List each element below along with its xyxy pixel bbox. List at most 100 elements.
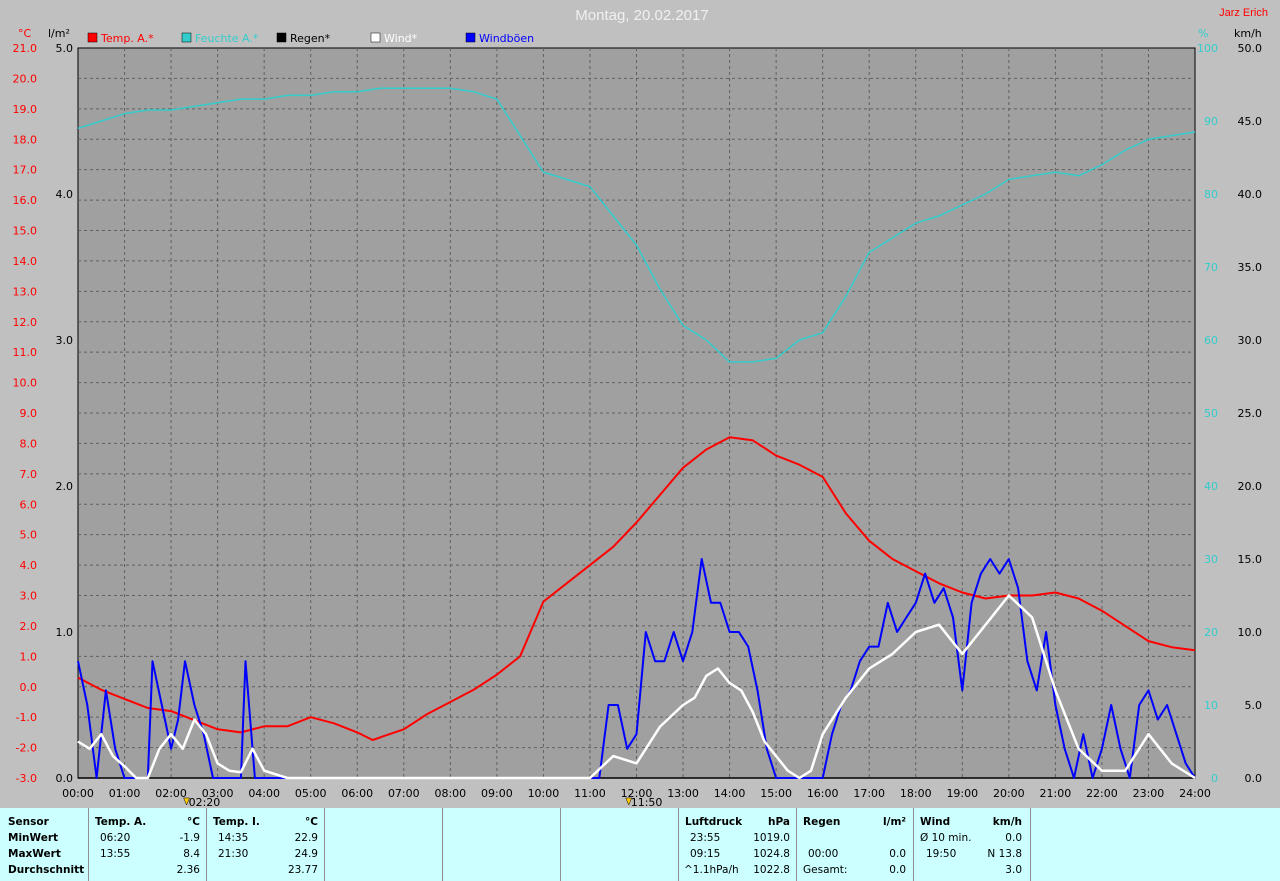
- time-tick-label: 10:00: [528, 787, 560, 800]
- row-label-sensor: Sensor: [8, 816, 49, 828]
- temp-tick-label: 17.0: [13, 164, 38, 177]
- wind-tick-label: 30.0: [1238, 334, 1263, 347]
- humidity-tick-label: 90: [1204, 115, 1218, 128]
- time-tick-label: 08:00: [434, 787, 466, 800]
- wind-max-time: 19:50: [926, 848, 957, 860]
- weather-chart: Montag, 20.02.2017 Jarz Erich °C l/m² % …: [13, 7, 1269, 808]
- temp-tick-label: -2.0: [16, 742, 37, 755]
- temp-a-min-value: -1.9: [179, 832, 201, 844]
- time-tick-label: 13:00: [667, 787, 699, 800]
- wind-tick-label: 25.0: [1238, 407, 1263, 420]
- rain-r2-time: 00:00: [808, 848, 839, 860]
- temp-i-min-time: 14:35: [218, 832, 249, 844]
- pressure-r3-value: 1022.8: [753, 864, 790, 876]
- humidity-tick-label: 70: [1204, 261, 1218, 274]
- time-tick-label: 20:00: [993, 787, 1025, 800]
- stats-panel: Sensor MinWert MaxWert Durchschnitt Temp…: [0, 808, 1280, 881]
- humidity-tick-label: 60: [1204, 334, 1218, 347]
- time-tick-label: 24:00: [1179, 787, 1211, 800]
- temp-tick-label: 7.0: [20, 468, 38, 481]
- time-tick-label: 22:00: [1086, 787, 1118, 800]
- time-tick-label: 05:00: [295, 787, 327, 800]
- wind-tick-label: 40.0: [1238, 188, 1263, 201]
- time-tick-label: 17:00: [853, 787, 885, 800]
- pressure-r1-time: 23:55: [690, 832, 721, 844]
- pressure-r2-value: 1024.8: [753, 848, 790, 860]
- temp-tick-label: 8.0: [20, 437, 38, 450]
- time-tick-label: 16:00: [807, 787, 839, 800]
- wind-avg10-label: Ø 10 min.: [920, 832, 972, 844]
- temp-tick-label: 18.0: [13, 133, 38, 146]
- temp-tick-label: 2.0: [20, 620, 38, 633]
- rain-axis-unit: l/m²: [48, 27, 70, 40]
- temp-tick-label: 13.0: [13, 285, 38, 298]
- chart-legend: Temp. A.* Feuchte A.* Regen* Wind* Windböen: [87, 32, 534, 45]
- rain-tick-label: 1.0: [56, 626, 74, 639]
- temp-tick-label: 21.0: [13, 42, 38, 55]
- row-label-avg: Durchschnitt: [8, 864, 85, 876]
- temp-tick-label: 16.0: [13, 194, 38, 207]
- time-tick-label: 01:00: [109, 787, 141, 800]
- time-tick-label: 18:00: [900, 787, 932, 800]
- temp-tick-label: 0.0: [20, 681, 38, 694]
- temp-i-max-value: 24.9: [294, 848, 318, 860]
- humidity-tick-label: 10: [1204, 699, 1218, 712]
- time-tick-label: 06:00: [341, 787, 373, 800]
- temp-a-header: Temp. A.: [95, 816, 147, 828]
- time-tick-label: 11:00: [574, 787, 606, 800]
- wind-tick-label: 20.0: [1238, 480, 1263, 493]
- wind-axis-unit: km/h: [1234, 27, 1262, 40]
- wind-tick-label: 0.0: [1245, 772, 1263, 785]
- temp-i-unit: °C: [305, 816, 318, 828]
- temp-tick-label: 12.0: [13, 316, 38, 329]
- time-tick-label: 09:00: [481, 787, 513, 800]
- legend-swatch: [181, 32, 192, 43]
- temp-tick-label: 1.0: [20, 650, 38, 663]
- time-marker-label: 02:20: [189, 796, 221, 808]
- temp-a-unit: °C: [187, 816, 200, 828]
- temp-tick-label: 4.0: [20, 559, 38, 572]
- humidity-tick-label: 40: [1204, 480, 1218, 493]
- temp-axis-unit: °C: [18, 27, 32, 40]
- temp-i-average: 23.77: [287, 864, 318, 876]
- wind-average: 3.0: [1005, 864, 1022, 876]
- legend-swatch: [370, 32, 381, 43]
- rain-tick-label: 3.0: [56, 334, 74, 347]
- temp-a-max-time: 13:55: [100, 848, 131, 860]
- legend-label: Regen*: [290, 32, 331, 45]
- row-label-max: MaxWert: [8, 848, 61, 860]
- legend-label: Temp. A.*: [100, 32, 154, 45]
- temp-a-average: 2.36: [176, 864, 200, 876]
- humidity-tick-label: 100: [1197, 42, 1218, 55]
- pressure-trend: ^1.1hPa/h: [684, 864, 739, 876]
- temp-tick-label: 3.0: [20, 590, 38, 603]
- temp-i-header: Temp. I.: [213, 816, 260, 828]
- time-tick-label: 07:00: [388, 787, 420, 800]
- time-tick-label: 00:00: [62, 787, 94, 800]
- wind-tick-label: 50.0: [1238, 42, 1263, 55]
- pressure-r2-time: 09:15: [690, 848, 721, 860]
- rain-tick-label: 5.0: [56, 42, 74, 55]
- wind-tick-label: 5.0: [1245, 699, 1263, 712]
- temp-tick-label: 20.0: [13, 72, 38, 85]
- pressure-r1-value: 1019.0: [753, 832, 790, 844]
- legend-label: Windböen: [479, 32, 534, 45]
- wind-max-value: N 13.8: [987, 848, 1022, 860]
- humidity-tick-label: 30: [1204, 553, 1218, 566]
- temp-i-min-value: 22.9: [294, 832, 318, 844]
- rain-tick-label: 2.0: [56, 480, 74, 493]
- humidity-tick-label: 80: [1204, 188, 1218, 201]
- temp-tick-label: 10.0: [13, 377, 38, 390]
- rain-r2-value: 0.0: [889, 848, 906, 860]
- time-marker-label: 11:50: [631, 796, 663, 808]
- legend-swatch: [276, 32, 287, 43]
- time-tick-label: 15:00: [760, 787, 792, 800]
- temp-i-max-time: 21:30: [218, 848, 249, 860]
- row-label-min: MinWert: [8, 832, 59, 844]
- wind-tick-label: 35.0: [1238, 261, 1263, 274]
- legend-label: Wind*: [384, 32, 418, 45]
- temp-a-min-time: 06:20: [100, 832, 131, 844]
- time-tick-label: 04:00: [248, 787, 280, 800]
- time-tick-label: 14:00: [714, 787, 746, 800]
- rain-tick-label: 4.0: [56, 188, 74, 201]
